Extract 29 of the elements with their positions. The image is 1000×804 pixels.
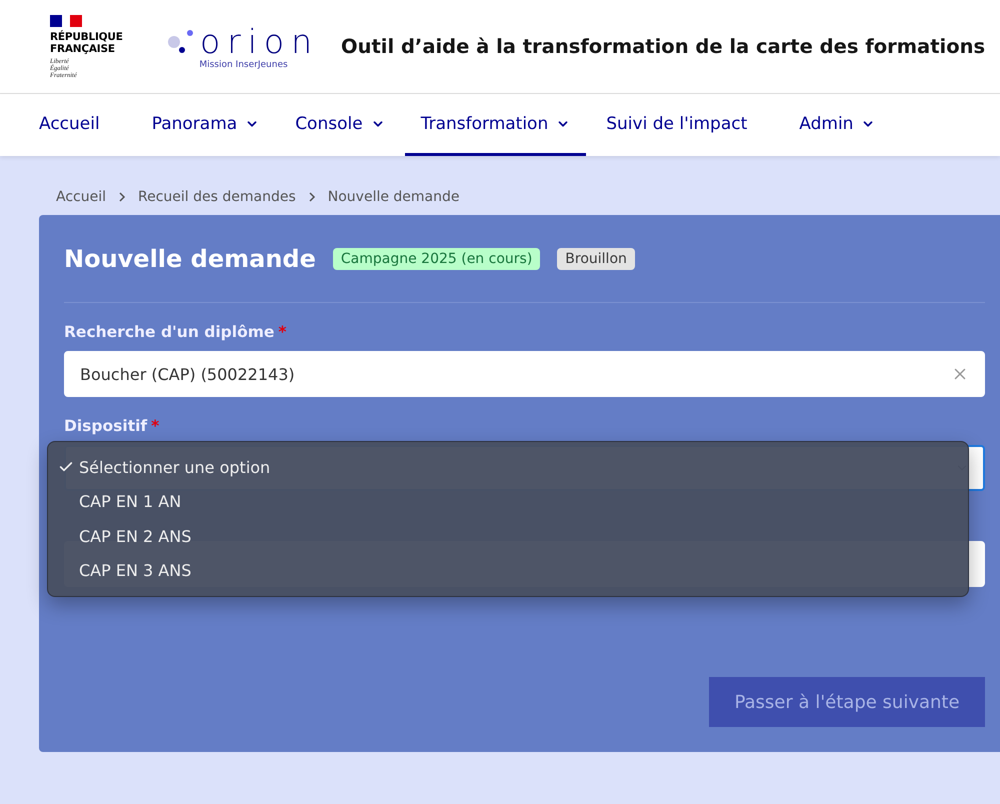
field-label: Dispositif * [64, 417, 160, 435]
field-label: Recherche d'un diplôme * [64, 323, 288, 341]
chevron-icon [308, 192, 316, 202]
required-mark: * [151, 417, 160, 435]
nav-tab[interactable]: Console [279, 94, 401, 156]
dots-icon [168, 28, 196, 56]
dropdown-option[interactable]: CAP EN 2 ANS [48, 519, 968, 554]
logo-subtitle: Mission InserJeunes [199, 60, 288, 70]
breadcrumb-link[interactable]: Nouvelle demande [328, 188, 460, 204]
dropdown-option[interactable]: CAP EN 3 ANS [48, 554, 968, 588]
status-badge: Campagne 2025 (en cours) [332, 248, 540, 270]
nav-tab[interactable]: Suivi de l'impact [590, 94, 764, 156]
nav-tab[interactable]: Transformation [404, 94, 586, 156]
card-title: Nouvelle demande [64, 244, 316, 272]
nav-tab[interactable]: Panorama [136, 94, 276, 156]
nav-tab[interactable]: Admin [783, 94, 892, 156]
nav-tab[interactable]: Accueil [23, 94, 116, 156]
status-badge: Brouillon [557, 248, 635, 270]
app-title: Outil d’aide à la transformation de la carte des formations [341, 35, 986, 58]
search-field[interactable]: Boucher (CAP) (50022143) [64, 351, 985, 397]
logo-wordmark: orion [200, 24, 320, 60]
breadcrumb-link[interactable]: Recueil des demandes [138, 188, 296, 204]
chevron-icon [118, 192, 126, 202]
republic-name: RÉPUBLIQUE FRANÇAISE [50, 30, 124, 54]
breadcrumb-link[interactable]: Accueil [56, 188, 106, 204]
flag-icon [50, 14, 82, 26]
dropdown-option[interactable]: Sélectionner une option [48, 450, 968, 484]
dropdown-option[interactable]: CAP EN 1 AN [48, 484, 968, 519]
required-mark: * [278, 323, 287, 341]
